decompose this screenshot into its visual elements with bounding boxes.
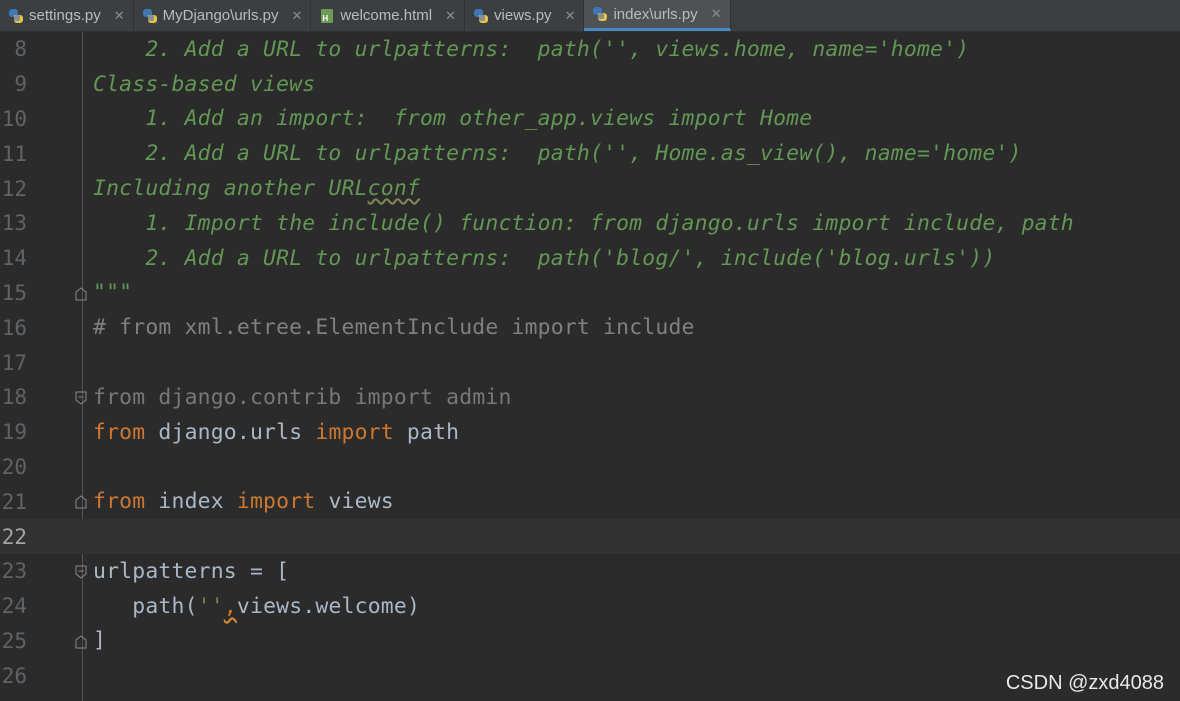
code-text: Including another URLconf	[93, 176, 420, 202]
code-line: 25 ]	[0, 624, 1180, 659]
close-icon[interactable]: ✕	[711, 6, 722, 22]
close-icon[interactable]: ✕	[292, 8, 303, 24]
line-number: 15	[1, 280, 27, 305]
line-number: 13	[1, 211, 27, 236]
line-number: 25	[1, 628, 27, 653]
line-number: 11	[1, 141, 27, 166]
line-number: 20	[1, 454, 27, 479]
line-number: 14	[1, 246, 27, 271]
line-number: 24	[1, 594, 27, 619]
line-number: 10	[1, 106, 27, 131]
tab-label: settings.py	[29, 7, 101, 24]
code-text: 1. Add an import: from other_app.views i…	[145, 106, 813, 132]
code-line: 15 """	[0, 276, 1180, 311]
typo-underline: conf	[367, 176, 420, 202]
code-line: 18 from django.contrib import admin	[0, 380, 1180, 415]
tab-views-py[interactable]: views.py ✕	[465, 0, 585, 31]
code-line: 10 1. Add an import: from other_app.view…	[0, 102, 1180, 137]
code-line: 11 2. Add a URL to urlpatterns: path('',…	[0, 136, 1180, 171]
line-number: 17	[1, 350, 27, 375]
close-icon[interactable]: ✕	[445, 8, 456, 24]
code-text: Class-based views	[93, 71, 316, 97]
python-file-icon	[142, 8, 158, 24]
tab-label: MyDjango\urls.py	[162, 7, 279, 24]
code-line: 26	[0, 658, 1180, 693]
code-line: 20	[0, 450, 1180, 485]
current-code-line: 22	[0, 519, 1180, 554]
code-text: urlpatterns = [	[93, 558, 290, 584]
python-file-icon	[473, 8, 489, 24]
code-text: 2. Add a URL to urlpatterns: path('blog/…	[145, 245, 996, 271]
tab-settings-py[interactable]: settings.py ✕	[0, 0, 134, 31]
code-line: 23 urlpatterns = [	[0, 554, 1180, 589]
line-number: 23	[1, 559, 27, 584]
code-line: 13 1. Import the include() function: fro…	[0, 206, 1180, 241]
python-file-icon	[8, 8, 24, 24]
fold-end-icon[interactable]	[75, 495, 87, 509]
code-text: from django.contrib import admin	[93, 384, 512, 410]
code-text: 1. Import the include() function: from d…	[145, 210, 1074, 236]
tab-welcome-html[interactable]: H welcome.html ✕	[311, 0, 466, 31]
missing-whitespace-warning: ,	[223, 593, 237, 619]
code-line: 16 # from xml.etree.ElementInclude impor…	[0, 310, 1180, 345]
line-number: 19	[1, 420, 27, 445]
line-number: 26	[1, 663, 27, 688]
code-text: """	[93, 280, 133, 306]
code-line: 9 Class-based views	[0, 67, 1180, 102]
line-number: 12	[1, 176, 27, 201]
code-line: 14 2. Add a URL to urlpatterns: path('bl…	[0, 241, 1180, 276]
code-text: from django.urls import path	[93, 419, 460, 445]
python-file-icon	[592, 6, 608, 22]
code-text: path('',views.welcome)	[132, 593, 421, 619]
fold-start-icon[interactable]	[75, 391, 87, 405]
code-text: # from xml.etree.ElementInclude import i…	[93, 315, 695, 341]
close-icon[interactable]: ✕	[114, 8, 125, 24]
watermark: CSDN @zxd4088	[1005, 672, 1164, 694]
code-text: from index import views	[93, 489, 394, 515]
tab-label: views.py	[494, 7, 552, 24]
line-number: 16	[1, 315, 27, 340]
line-number: 22	[1, 524, 27, 549]
code-line: 12 Including another URLconf	[0, 171, 1180, 206]
fold-end-icon[interactable]	[75, 286, 87, 301]
close-icon[interactable]: ✕	[565, 8, 576, 24]
tab-label: index\urls.py	[613, 5, 698, 23]
line-number: 9	[14, 72, 27, 97]
code-line: 21 from index import views	[0, 484, 1180, 519]
tab-label: welcome.html	[340, 7, 433, 24]
code-text: ]	[93, 628, 107, 654]
code-line: 17	[0, 345, 1180, 380]
code-editor[interactable]: 8 2. Add a URL to urlpatterns: path('', …	[0, 32, 1180, 701]
line-number: 8	[14, 37, 27, 62]
tab-mydjango-urls-py[interactable]: MyDjango\urls.py ✕	[134, 0, 312, 31]
code-text: 2. Add a URL to urlpatterns: path('', vi…	[145, 36, 970, 62]
line-number: 18	[1, 385, 27, 410]
code-line: 8 2. Add a URL to urlpatterns: path('', …	[0, 32, 1180, 67]
html-file-icon: H	[319, 8, 335, 24]
code-line: 19 from django.urls import path	[0, 415, 1180, 450]
fold-start-icon[interactable]	[75, 565, 87, 579]
line-number: 21	[1, 489, 27, 514]
editor-tab-bar: settings.py ✕ MyDjango\urls.py ✕ H welco…	[0, 0, 1180, 32]
code-text: 2. Add a URL to urlpatterns: path('', Ho…	[145, 141, 1022, 167]
fold-end-icon[interactable]	[75, 634, 87, 649]
code-line: 24 path('',views.welcome)	[0, 589, 1180, 624]
tab-index-urls-py[interactable]: index\urls.py ✕	[584, 0, 731, 31]
